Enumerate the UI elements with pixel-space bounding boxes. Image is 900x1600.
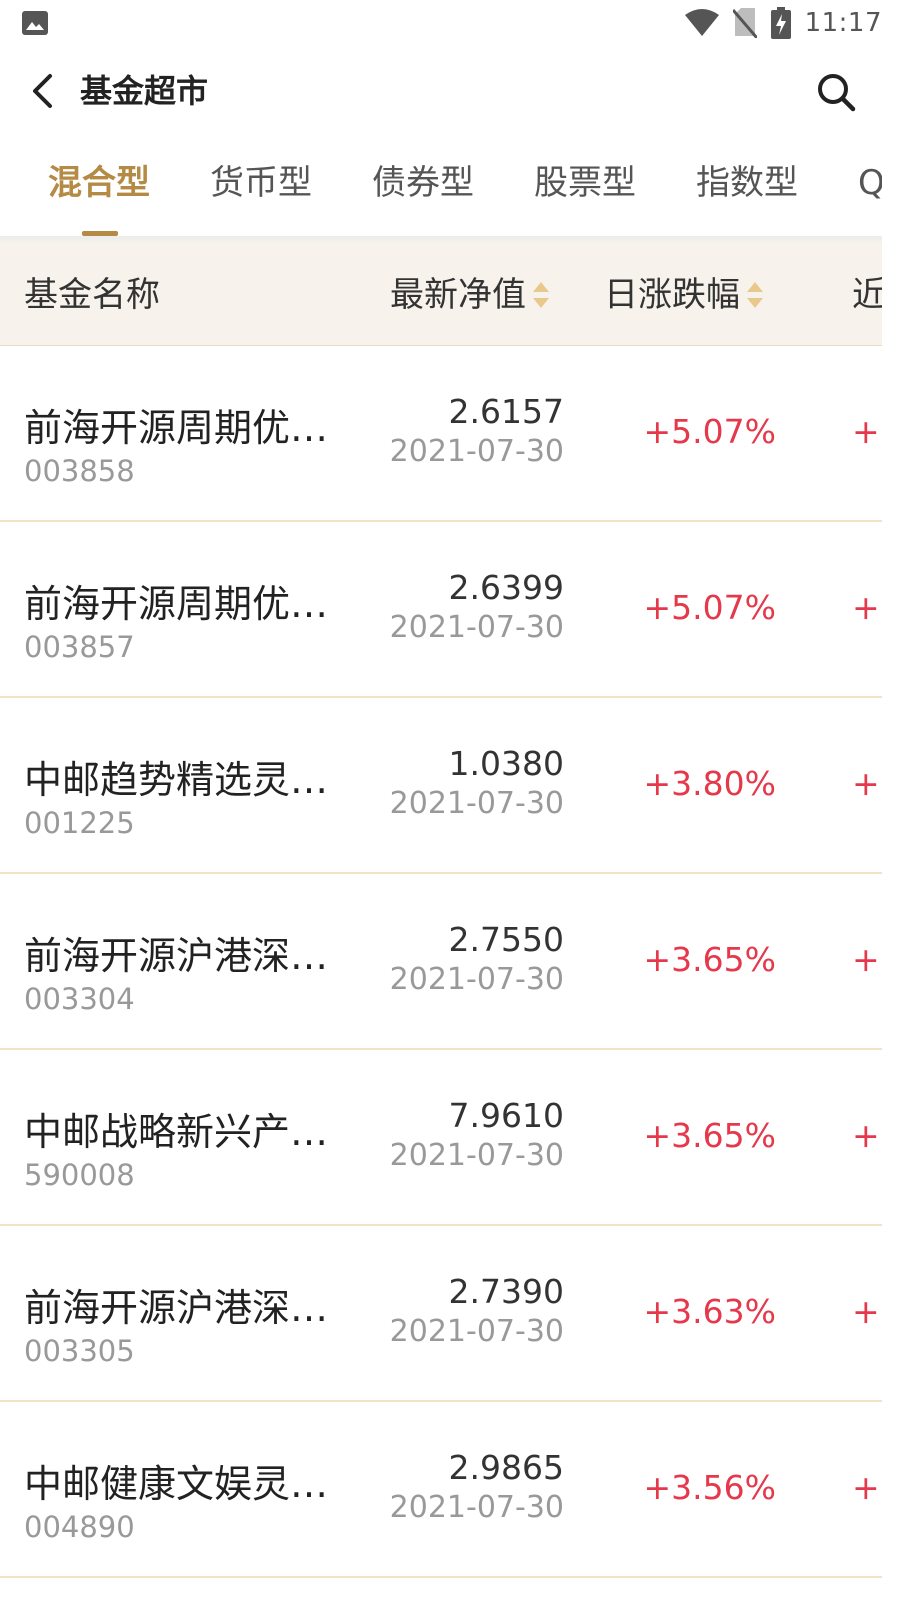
fund-nav-date: 2021-07-30 [389,610,564,645]
tab-stock[interactable]: 股票型 [534,160,636,206]
fund-recent-change: +1 [852,588,882,627]
fund-daily-change: +5.07% [643,588,776,627]
fund-name: 前海开源沪港深… [24,934,329,978]
column-header-latest-nav-label: 最新净值 [390,275,526,315]
fund-nav: 2.6399 [448,568,564,607]
fund-row[interactable]: 中邮趋势精选灵… 001225 1.0380 2021-07-30 +3.80%… [0,698,882,874]
fund-name: 中邮健康文娱灵… [24,1462,329,1506]
fund-recent-change: +1 [852,412,882,451]
fund-nav: 2.7390 [448,1272,564,1311]
wifi-icon [684,9,719,37]
sort-icon [747,282,763,308]
tab-money-market[interactable]: 货币型 [210,160,312,206]
fund-recent-change: +2 [852,1292,882,1331]
fund-name: 前海开源沪港深… [24,1286,329,1330]
fund-row[interactable]: 前海开源周期优… 003858 2.6157 2021-07-30 +5.07%… [0,346,882,522]
tab-hybrid[interactable]: 混合型 [48,160,150,206]
fund-code: 001225 [24,806,135,840]
fund-nav-date: 2021-07-30 [389,1490,564,1525]
fund-row[interactable]: 前海开源周期优… 003857 2.6399 2021-07-30 +5.07%… [0,522,882,698]
fund-type-tabs: 混合型 货币型 债券型 股票型 指数型 Q [0,138,882,236]
fund-name: 前海开源周期优… [24,582,329,626]
status-bar: 11:17 [0,0,882,46]
fund-nav: 2.6157 [448,392,564,431]
fund-code: 003857 [24,630,135,664]
column-header-recent[interactable]: 近 [852,272,882,318]
column-header-fund-name: 基金名称 [24,275,160,315]
fund-recent-change: +2 [852,940,882,979]
column-header-daily-change-label: 日涨跌幅 [604,275,740,315]
fund-code: 004890 [24,1510,135,1544]
fund-nav-date: 2021-07-30 [389,434,564,469]
tabs-divider [0,236,882,244]
fund-nav-date: 2021-07-30 [389,786,564,821]
fund-name: 前海开源周期优… [24,406,329,450]
fund-daily-change: +5.07% [643,412,776,451]
page-title: 基金超市 [80,72,209,110]
column-header-daily-change[interactable]: 日涨跌幅 [604,272,764,318]
fund-daily-change: +3.63% [643,1292,776,1331]
fund-row[interactable]: 中邮战略新兴产… 590008 7.9610 2021-07-30 +3.65%… [0,1050,882,1226]
fund-recent-change: +1 [852,764,882,803]
fund-daily-change: +3.56% [643,1468,776,1507]
fund-code: 003305 [24,1334,135,1368]
fund-row[interactable]: 中邮健康文娱灵… 004890 2.9865 2021-07-30 +3.56%… [0,1402,882,1578]
fund-daily-change: +3.65% [643,1116,776,1155]
tab-bond[interactable]: 债券型 [372,160,474,206]
fund-nav: 2.7550 [448,920,564,959]
fund-code: 003858 [24,454,135,488]
no-sim-icon [732,8,757,38]
fund-row[interactable]: 前海开源沪港深… 003305 2.7390 2021-07-30 +3.63%… [0,1226,882,1402]
fund-name: 中邮趋势精选灵… [24,758,329,802]
tab-qdii[interactable]: Q [858,160,882,206]
fund-code: 590008 [24,1158,135,1192]
fund-code: 003304 [24,982,135,1016]
fund-nav-date: 2021-07-30 [389,962,564,997]
fund-recent-change: +1 [852,1116,882,1155]
image-icon [22,11,48,35]
tab-index[interactable]: 指数型 [696,160,798,206]
fund-nav: 7.9610 [448,1096,564,1135]
fund-daily-change: +3.65% [643,940,776,979]
status-time: 11:17 [804,8,882,38]
chevron-left-icon [33,74,52,108]
column-header-latest-nav[interactable]: 最新净值 [390,272,550,318]
fund-daily-change: +3.80% [643,764,776,803]
fund-nav-date: 2021-07-30 [389,1314,564,1349]
sort-icon [533,282,549,308]
app-header: 基金超市 [0,46,882,138]
battery-charging-icon [770,7,791,39]
fund-nav: 1.0380 [448,744,564,783]
search-icon [818,74,856,112]
search-button[interactable] [810,66,862,118]
fund-nav-date: 2021-07-30 [389,1138,564,1173]
fund-nav: 2.9865 [448,1448,564,1487]
status-icons: 11:17 [684,4,882,42]
fund-market-screen: 11:17 基金超市 混合型 货币型 债券型 股票型 指数型 Q 基金名称 最新… [0,0,882,1600]
back-button[interactable] [22,68,62,114]
fund-row[interactable]: 前海开源沪港深… 003304 2.7550 2021-07-30 +3.65%… [0,874,882,1050]
table-header: 基金名称 最新净值 日涨跌幅 近 [0,244,882,346]
screen-edge [882,0,900,1600]
fund-recent-change: +1 [852,1468,882,1507]
fund-name: 中邮战略新兴产… [24,1110,329,1154]
